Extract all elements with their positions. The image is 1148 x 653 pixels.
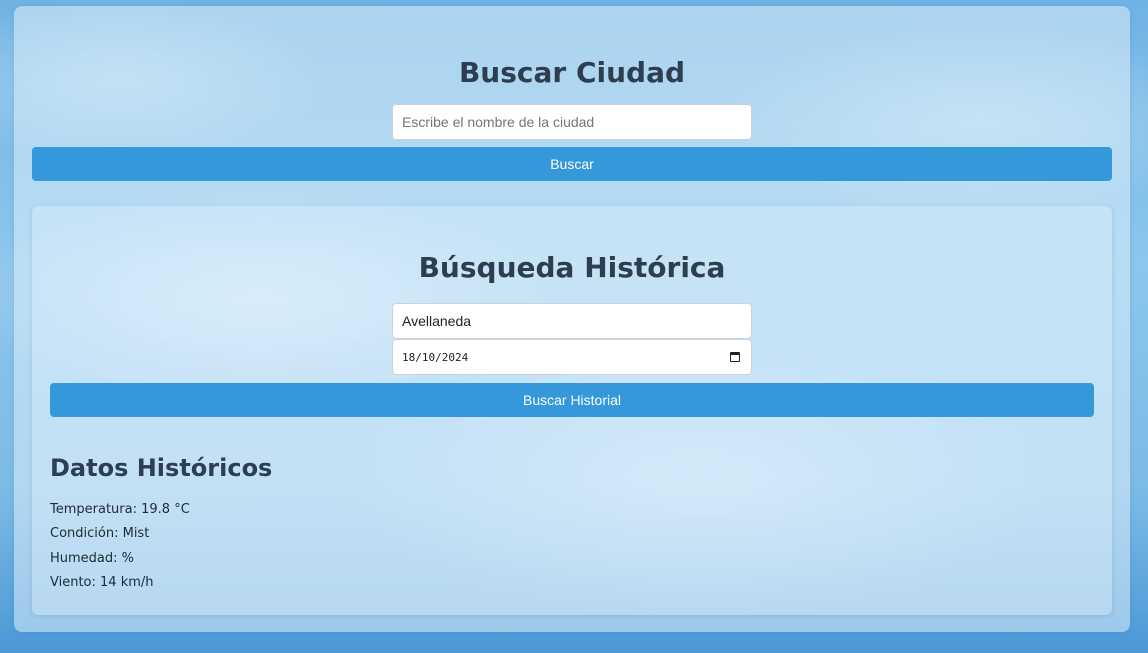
humidity-text: Humedad: % bbox=[50, 551, 135, 566]
historical-search-section: Búsqueda Histórica 18/10/2024 Buscar His… bbox=[32, 206, 1112, 615]
search-history-button[interactable]: Buscar Historial bbox=[50, 383, 1094, 417]
condition-text: Condición: Mist bbox=[50, 526, 150, 541]
date-value: 18/10/2024 bbox=[402, 350, 469, 364]
search-title: Buscar Ciudad bbox=[458, 56, 686, 89]
wind-text: Viento: 14 km/h bbox=[50, 575, 154, 590]
main-container: Buscar Ciudad Buscar Búsqueda Histórica … bbox=[14, 6, 1130, 632]
historical-search-title: Búsqueda Histórica bbox=[418, 251, 726, 284]
calendar-icon[interactable] bbox=[730, 352, 740, 362]
historical-date-input[interactable]: 18/10/2024 bbox=[392, 339, 752, 375]
temperature-text: Temperatura: 19.8 °C bbox=[50, 502, 190, 517]
city-search-input[interactable] bbox=[392, 104, 752, 140]
historical-city-input[interactable] bbox=[392, 303, 752, 339]
search-button[interactable]: Buscar bbox=[32, 147, 1112, 181]
historical-data-title: Datos Históricos bbox=[50, 454, 273, 482]
